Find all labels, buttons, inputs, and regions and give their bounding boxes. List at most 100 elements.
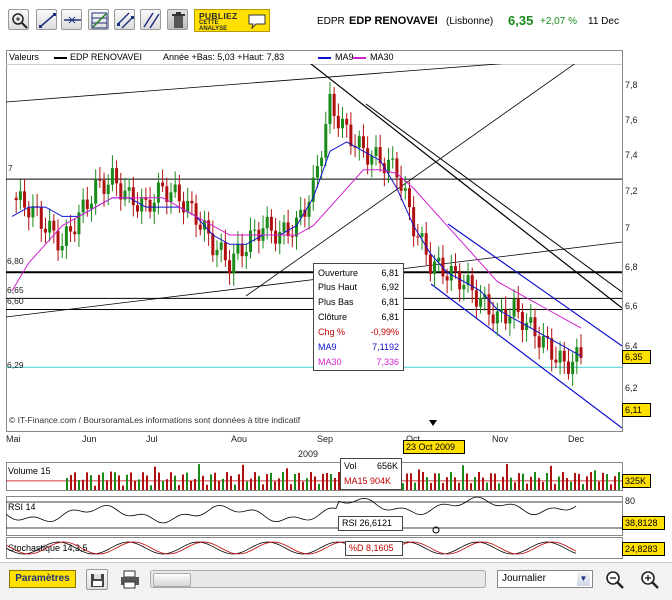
candle-body (177, 184, 181, 202)
volume-bar (414, 482, 416, 490)
volume-bar (474, 477, 476, 490)
candle-body (349, 124, 353, 147)
zoom-out-icon[interactable] (603, 569, 627, 590)
volume-bar (506, 464, 508, 490)
candle-body (282, 222, 286, 232)
candle-body (106, 184, 110, 194)
volume-bar (234, 484, 236, 490)
volume-bar (158, 472, 160, 490)
candle-body (336, 115, 340, 129)
x-tick: Dec (568, 434, 585, 444)
y-tick: 7,8 (625, 80, 638, 90)
candle-body (437, 257, 441, 262)
volume-bar (182, 474, 184, 490)
candle-body (64, 226, 68, 246)
y-tick: 6,8 (625, 262, 638, 272)
candle-body (169, 192, 173, 202)
legend-ma9-swatch (318, 57, 331, 59)
x-tick: Sep (317, 434, 334, 444)
parameters-button[interactable]: Paramètres (9, 570, 76, 588)
volume-bar (110, 471, 112, 490)
volume-bar (206, 484, 208, 490)
trend-line (6, 64, 503, 103)
candle-body (156, 182, 160, 203)
scrollbar-thumb[interactable] (153, 573, 191, 587)
volume-bar (594, 470, 596, 490)
candle-body (56, 230, 60, 251)
zoom-in-icon[interactable] (8, 9, 29, 30)
candle-body (453, 266, 457, 271)
candle-body (223, 242, 227, 261)
volume-bar (254, 472, 256, 490)
rsi-value-box: RSI 26,6121 (338, 516, 403, 531)
candle-body (428, 254, 432, 274)
y-tick: 7,4 (625, 150, 638, 160)
volume-bar (154, 466, 156, 490)
info-label: Ouverture (318, 268, 359, 278)
info-label: Plus Bas (318, 297, 354, 307)
zoom-in-bottom-icon[interactable] (638, 569, 662, 590)
candle-body (550, 338, 554, 360)
y-tick: 7,2 (625, 186, 638, 196)
info-label: Chg % (318, 327, 346, 337)
chevron-down-icon[interactable]: ▼ (577, 572, 590, 586)
market-name: (Lisbonne) (446, 16, 494, 27)
candle-body (43, 228, 47, 233)
period-select[interactable]: Journalier ▼ (497, 570, 593, 588)
candle-body (253, 229, 257, 231)
candle-body (399, 177, 403, 191)
candle-body (219, 242, 223, 250)
candle-body (290, 236, 294, 238)
volume-bar (598, 481, 600, 490)
volume-bar (126, 474, 128, 490)
publish-analysis-button[interactable]: PUBLIEZ CETTE ANALYSE (194, 9, 270, 32)
candle-body (449, 266, 453, 281)
volume-bar (166, 479, 168, 490)
volume-bar (514, 482, 516, 490)
candle-body (512, 298, 516, 317)
price-change: +2,07 % (540, 16, 577, 27)
price-chart-svg[interactable] (6, 64, 622, 431)
candle-body (23, 191, 27, 208)
volume-bar (574, 472, 576, 490)
volume-bar (86, 472, 88, 490)
candle-body (341, 118, 345, 129)
volume-bar (602, 472, 604, 490)
line-tool-icon[interactable] (36, 9, 57, 30)
volume-bar (478, 472, 480, 490)
print-icon[interactable] (118, 569, 142, 590)
parallel-lines-icon[interactable] (140, 9, 161, 30)
volume-value: 656K (376, 461, 398, 471)
candle-body (48, 220, 52, 233)
candle-body (60, 245, 64, 251)
volume-bar (446, 477, 448, 490)
x-tick: Aou (231, 434, 248, 444)
volume-bar (214, 472, 216, 490)
trash-icon[interactable] (167, 9, 188, 30)
candle-body (39, 207, 43, 229)
candle-body (332, 93, 336, 116)
candle-body (562, 350, 566, 362)
volume-bar (462, 465, 464, 490)
horizontal-scrollbar[interactable] (150, 570, 486, 588)
candle-body (361, 136, 365, 149)
horizontal-line-icon[interactable] (61, 9, 82, 30)
volume-bar (614, 476, 616, 490)
trend-channel-icon[interactable] (114, 9, 135, 30)
candle-body (85, 199, 89, 209)
volume-bar (586, 476, 588, 490)
y-tick: 7,6 (625, 115, 638, 125)
y-tick: 6,2 (625, 383, 638, 393)
save-icon[interactable] (86, 569, 108, 590)
volume-bar (118, 475, 120, 490)
candle-body (558, 350, 562, 363)
legend-ma9: MA9 (335, 52, 354, 62)
candle-body (89, 203, 93, 209)
volume-bar (258, 476, 260, 490)
candle-body (131, 187, 135, 206)
candle-body (366, 148, 370, 165)
volume-bar (526, 483, 528, 490)
fibonacci-icon[interactable] (88, 9, 109, 30)
candle-body (487, 294, 491, 315)
volume-bar (262, 484, 264, 490)
